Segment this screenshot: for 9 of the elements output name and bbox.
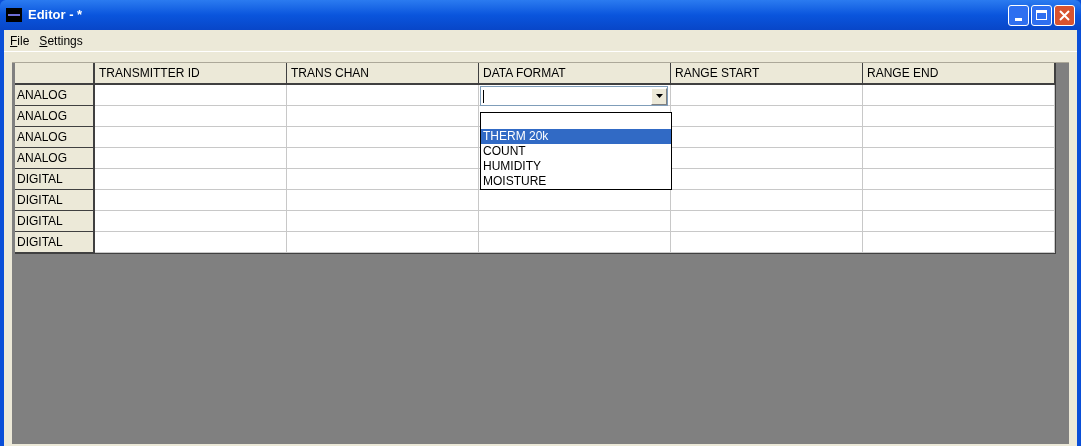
row-header: ANALOG	[15, 85, 95, 106]
row-header: DIGITAL	[15, 211, 95, 232]
window-title: Editor - *	[28, 6, 83, 25]
row-header: DIGITAL	[15, 169, 95, 190]
row-header: DIGITAL	[15, 232, 95, 253]
row-header: ANALOG	[15, 148, 95, 169]
row-header: ANALOG	[15, 106, 95, 127]
row-header: ANALOG	[15, 127, 95, 148]
row-header: DIGITAL	[15, 190, 95, 211]
